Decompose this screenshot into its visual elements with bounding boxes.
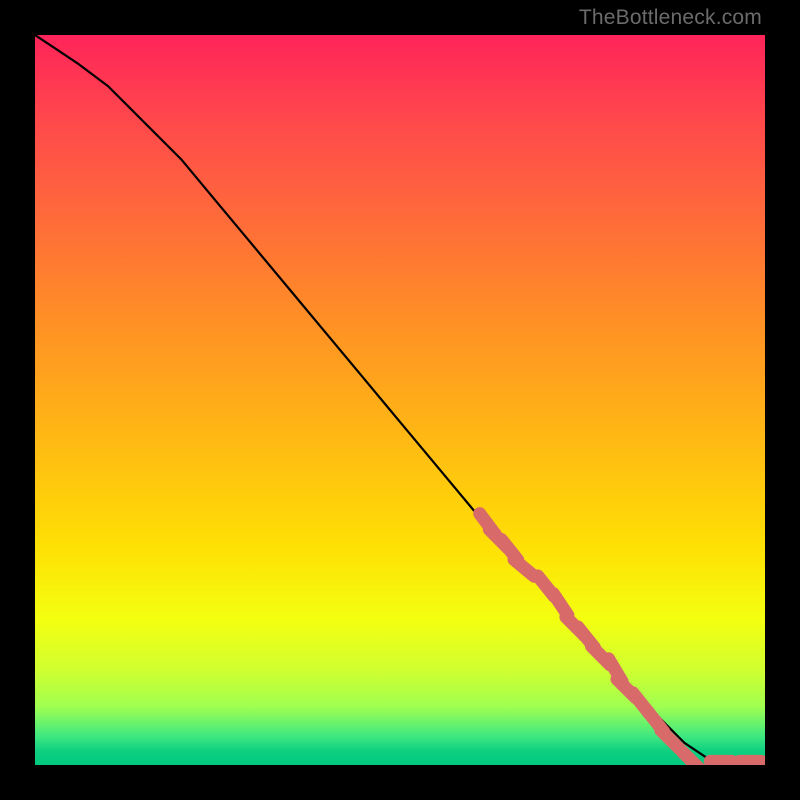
chart-canvas: TheBottleneck.com	[0, 0, 800, 800]
watermark-text: TheBottleneck.com	[579, 6, 762, 30]
plot-area	[35, 35, 765, 765]
